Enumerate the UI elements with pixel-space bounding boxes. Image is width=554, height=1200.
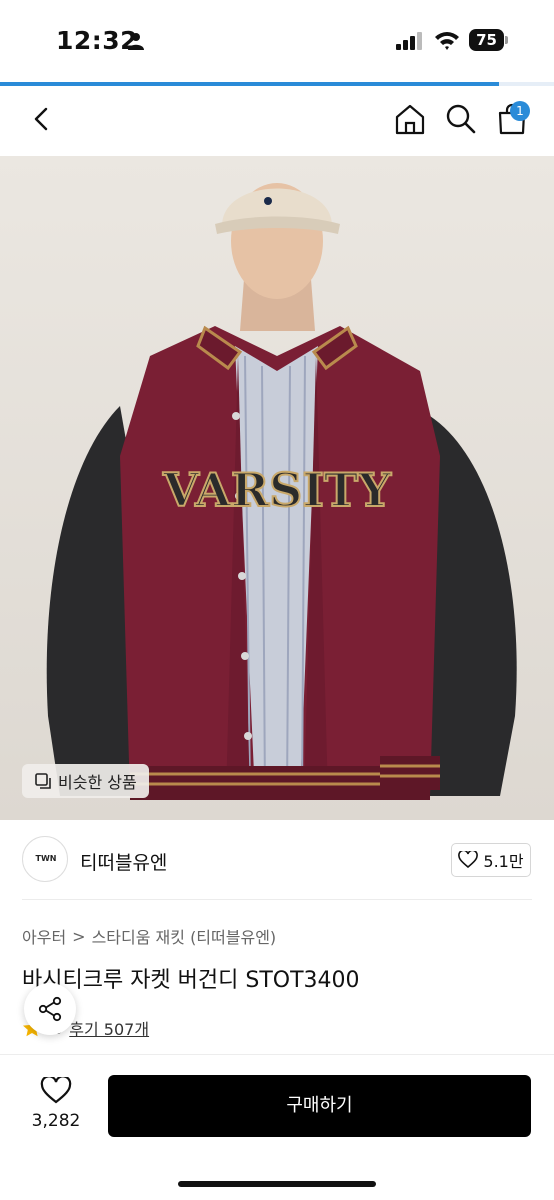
share-button[interactable]	[24, 983, 76, 1035]
copy-icon	[35, 773, 51, 789]
brand-logo-text: TWN	[35, 854, 57, 863]
brand-like-button[interactable]: 5.1만	[451, 843, 531, 877]
battery-cap	[505, 36, 508, 44]
battery-level: 75	[469, 29, 504, 51]
brand-row: TWN 티떠블유엔 5.1만	[0, 820, 554, 900]
heart-icon[interactable]	[40, 1077, 72, 1105]
similar-products-label: 비슷한 상품	[58, 773, 137, 792]
person-icon	[128, 33, 144, 50]
product-title: 바시티크루 자켓 버건디 STOT3400	[22, 968, 360, 993]
product-image[interactable]: VARSITY	[0, 156, 554, 820]
wifi-icon	[435, 32, 459, 50]
battery-indicator: 75	[469, 29, 509, 51]
brand-like-count: 5.1만	[483, 852, 524, 871]
product-photo: VARSITY	[0, 156, 554, 820]
breadcrumb-separator: >	[72, 926, 86, 946]
review-link[interactable]: 후기 507개	[69, 1016, 149, 1040]
status-time: 12:32	[56, 26, 139, 55]
similar-products-button[interactable]: 비슷한 상품	[22, 764, 149, 798]
breadcrumb: 아우터 > 스타디움 재킷 (티떠블유엔)	[22, 924, 276, 948]
breadcrumb-subcategory[interactable]: 스타디움 재킷 (티떠블유엔)	[92, 924, 277, 948]
brand-logo[interactable]: TWN	[22, 836, 68, 882]
status-bar: 12:32 75	[0, 0, 554, 84]
jacket-lettering: VARSITY	[162, 463, 392, 517]
buy-button[interactable]: 구매하기	[108, 1075, 531, 1137]
cart-count-badge: 1	[510, 101, 530, 121]
breadcrumb-category[interactable]: 아우터	[22, 924, 66, 948]
divider	[22, 899, 532, 900]
search-icon[interactable]	[444, 102, 478, 136]
home-icon[interactable]	[393, 102, 427, 136]
heart-icon	[458, 851, 479, 869]
nav-bar: 1	[0, 86, 554, 156]
share-icon	[38, 996, 62, 1022]
brand-name[interactable]: 티떠블유엔	[80, 848, 167, 875]
signal-icon	[396, 32, 422, 50]
back-icon[interactable]	[26, 102, 60, 136]
bottom-action-bar: 3,282 구매하기	[0, 1054, 554, 1200]
wish-count: 3,282	[31, 1111, 81, 1131]
home-indicator	[178, 1181, 376, 1187]
